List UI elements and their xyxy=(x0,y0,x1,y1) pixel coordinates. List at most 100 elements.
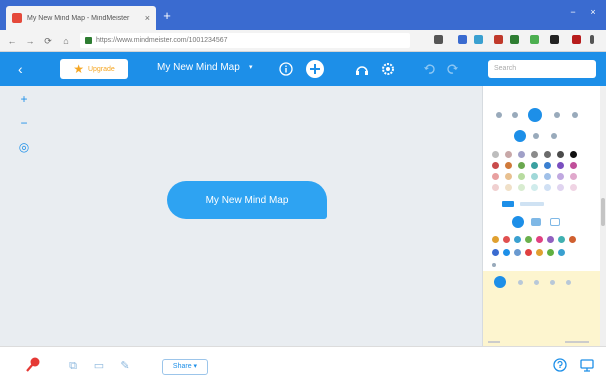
extension-icon[interactable] xyxy=(530,35,539,44)
comment-icon[interactable]: ▭ xyxy=(92,359,106,373)
bookmark-star-icon[interactable] xyxy=(434,35,443,44)
extension-icon[interactable] xyxy=(458,35,467,44)
color-swatch[interactable] xyxy=(544,173,551,180)
emoji-icon[interactable] xyxy=(514,249,521,256)
info-icon[interactable] xyxy=(279,62,293,76)
color-swatch[interactable] xyxy=(570,184,577,191)
emoji-icon[interactable] xyxy=(536,236,543,243)
color-swatch[interactable] xyxy=(518,162,525,169)
reload-icon[interactable]: ⟳ xyxy=(42,35,54,47)
color-swatch[interactable] xyxy=(544,184,551,191)
emoji-icon[interactable] xyxy=(503,249,510,256)
color-swatch[interactable] xyxy=(557,173,564,180)
emoji-icon[interactable] xyxy=(525,236,532,243)
color-swatch[interactable] xyxy=(570,151,577,158)
emoji-icon[interactable] xyxy=(536,249,543,256)
settings-gear-icon[interactable] xyxy=(381,62,395,76)
emoji-icon[interactable] xyxy=(547,236,554,243)
chevron-down-icon[interactable]: ▾ xyxy=(249,63,253,71)
emoji-icon[interactable] xyxy=(492,236,499,243)
upgrade-button[interactable]: ★ Upgrade xyxy=(60,59,128,79)
extension-icon[interactable] xyxy=(474,35,483,44)
url-field[interactable]: https://www.mindmeister.com/1001234567 xyxy=(80,33,410,48)
shape-outline-icon[interactable] xyxy=(550,218,560,226)
emoji-icon[interactable] xyxy=(558,236,565,243)
extension-icon[interactable] xyxy=(572,35,581,44)
edit-pencil-icon[interactable]: ✎ xyxy=(118,359,132,373)
note-icon[interactable] xyxy=(534,280,539,285)
color-swatch[interactable] xyxy=(570,162,577,169)
browser-tab[interactable]: My New Mind Map - MindMeister × xyxy=(6,6,156,30)
color-swatch[interactable] xyxy=(557,151,564,158)
color-swatch[interactable] xyxy=(492,151,499,158)
extension-dark-icon[interactable] xyxy=(550,35,559,44)
style-tab-icon[interactable] xyxy=(496,112,502,118)
more-icons-icon[interactable] xyxy=(492,263,496,267)
task-icon[interactable] xyxy=(550,280,555,285)
text-color-toggle-icon[interactable] xyxy=(514,130,526,142)
color-swatch[interactable] xyxy=(518,184,525,191)
link-icon[interactable] xyxy=(518,280,523,285)
color-swatch[interactable] xyxy=(505,151,512,158)
info-tab-icon[interactable] xyxy=(572,112,578,118)
selected-style-badge[interactable] xyxy=(502,201,514,207)
color-swatch[interactable] xyxy=(492,162,499,169)
back-chevron-icon[interactable]: ‹ xyxy=(18,61,23,77)
color-tab-icon[interactable] xyxy=(528,108,542,122)
emoji-icon[interactable] xyxy=(569,236,576,243)
emoji-icon[interactable] xyxy=(547,249,554,256)
zoom-in-button[interactable]: + xyxy=(17,92,31,106)
color-swatch[interactable] xyxy=(531,162,538,169)
color-swatch[interactable] xyxy=(505,162,512,169)
pin-icon[interactable] xyxy=(24,356,42,374)
color-swatch[interactable] xyxy=(518,151,525,158)
present-icon[interactable] xyxy=(580,358,594,372)
new-tab-button[interactable]: + xyxy=(160,9,174,23)
color-swatch[interactable] xyxy=(518,173,525,180)
home-icon[interactable]: ⌂ xyxy=(60,35,72,47)
headphones-icon[interactable] xyxy=(355,62,369,76)
minimize-window-button[interactable]: − xyxy=(566,6,580,18)
panel-scrollbar[interactable] xyxy=(600,86,606,346)
emoji-icon[interactable] xyxy=(525,249,532,256)
image-tab-icon[interactable] xyxy=(554,112,560,118)
browser-menu-icon[interactable] xyxy=(590,35,594,44)
history-icon[interactable]: ⧉ xyxy=(66,359,80,373)
close-window-button[interactable]: × xyxy=(586,6,600,18)
scrollbar-thumb[interactable] xyxy=(601,198,605,226)
back-arrow-icon[interactable]: ← xyxy=(6,35,18,47)
root-topic-node[interactable]: My New Mind Map xyxy=(167,181,327,219)
emoji-icon[interactable] xyxy=(558,249,565,256)
undo-icon[interactable] xyxy=(423,63,435,75)
color-swatch[interactable] xyxy=(531,173,538,180)
shape-rounded-icon[interactable] xyxy=(512,216,524,228)
shape-rect-icon[interactable] xyxy=(531,218,541,226)
image-icon[interactable] xyxy=(566,280,571,285)
add-topic-icon[interactable] xyxy=(305,59,325,79)
attachment-tab-icon[interactable] xyxy=(494,276,506,288)
color-swatch[interactable] xyxy=(505,184,512,191)
color-swatch[interactable] xyxy=(505,173,512,180)
border-toggle-icon[interactable] xyxy=(551,133,557,139)
color-swatch[interactable] xyxy=(531,151,538,158)
center-map-button[interactable]: ◎ xyxy=(17,140,31,154)
shape-tab-icon[interactable] xyxy=(512,112,518,118)
zoom-out-button[interactable]: − xyxy=(17,116,31,130)
emoji-icon[interactable] xyxy=(503,236,510,243)
color-swatch[interactable] xyxy=(557,162,564,169)
share-button[interactable]: Share ▾ xyxy=(162,359,208,375)
color-swatch[interactable] xyxy=(531,184,538,191)
fill-toggle-icon[interactable] xyxy=(533,133,539,139)
emoji-icon[interactable] xyxy=(514,236,521,243)
color-swatch[interactable] xyxy=(557,184,564,191)
map-title[interactable]: My New Mind Map xyxy=(157,62,240,73)
color-swatch[interactable] xyxy=(544,151,551,158)
emoji-icon[interactable] xyxy=(492,249,499,256)
color-swatch[interactable] xyxy=(492,184,499,191)
extension-red-icon[interactable] xyxy=(494,35,503,44)
help-icon[interactable] xyxy=(553,358,567,372)
color-swatch[interactable] xyxy=(570,173,577,180)
tab-close-icon[interactable]: × xyxy=(145,13,150,23)
redo-icon[interactable] xyxy=(447,63,459,75)
color-swatch[interactable] xyxy=(544,162,551,169)
